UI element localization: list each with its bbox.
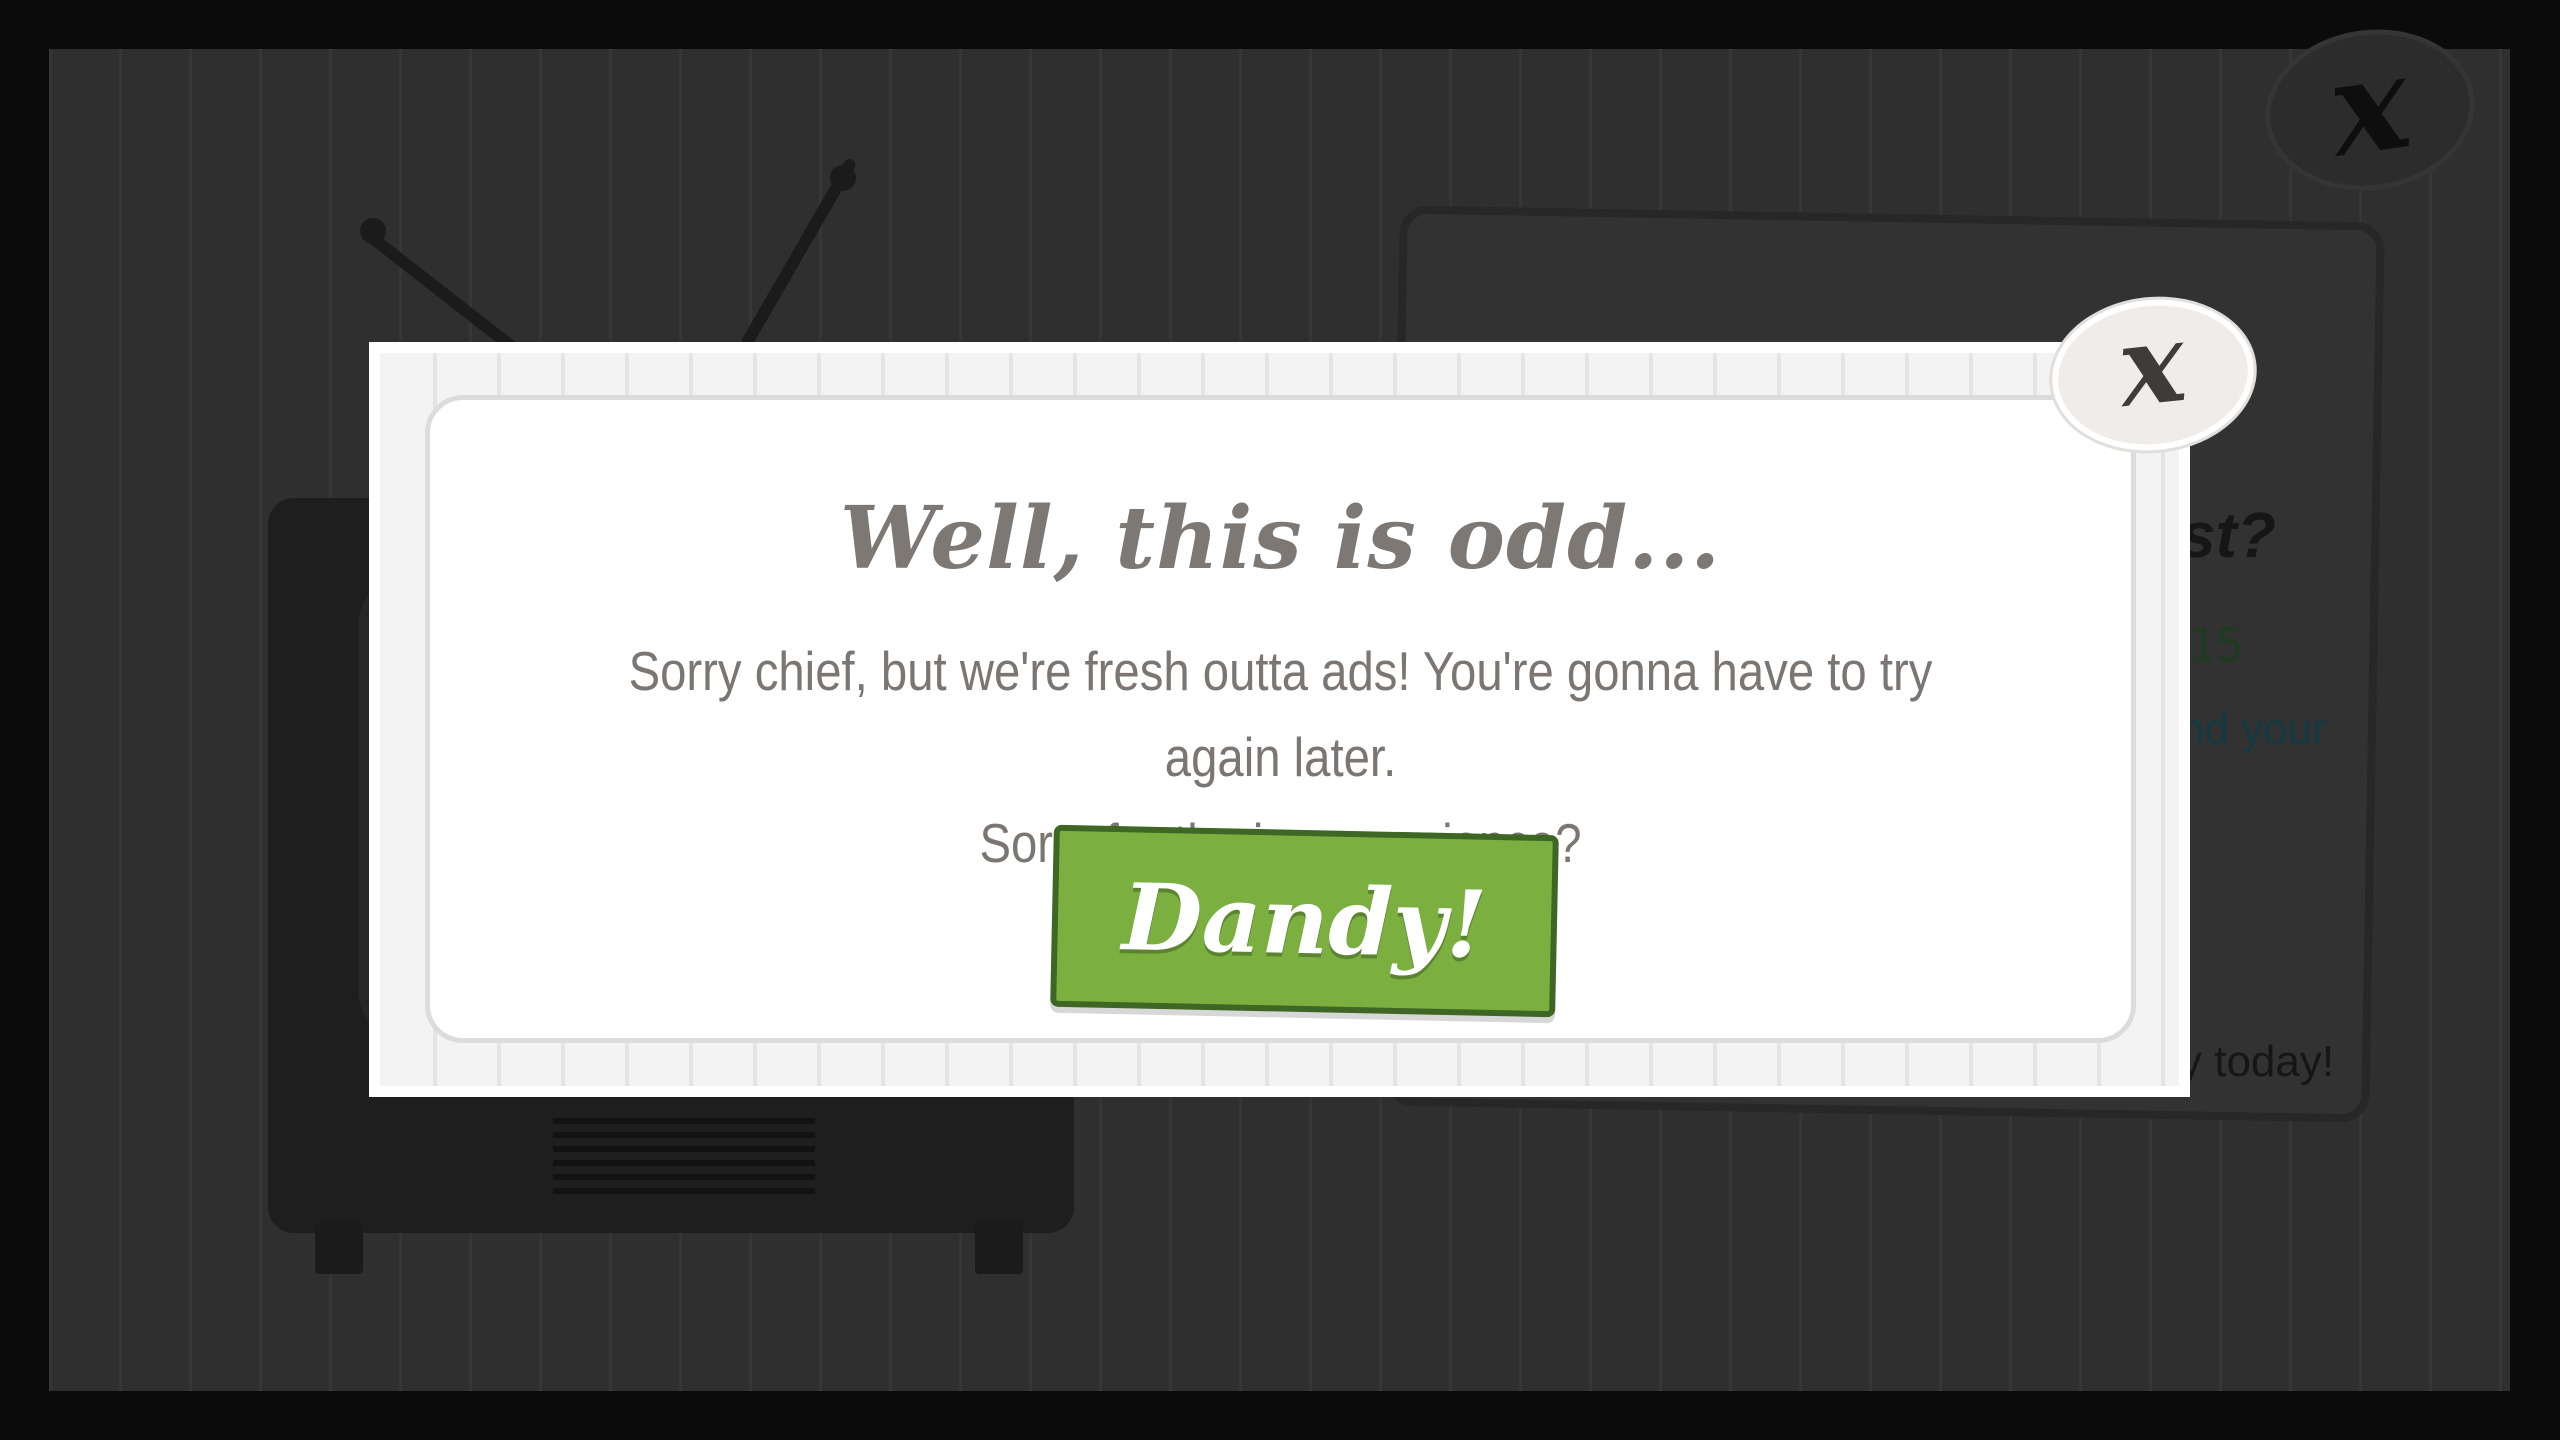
dialog-title: Well, this is odd...: [839, 488, 1722, 589]
tv-leg-left: [315, 1222, 363, 1274]
dialog-panel: Well, this is odd... Sorry chief, but we…: [425, 395, 2136, 1043]
background-card-question: st?: [2180, 499, 2276, 571]
close-icon: x: [2112, 296, 2192, 433]
background-card-link: nd your: [2180, 705, 2327, 754]
no-ads-dialog: Well, this is odd... Sorry chief, but we…: [369, 342, 2190, 1097]
background-card-footer: y today!: [2180, 1037, 2335, 1086]
background-card-number: 15: [2188, 618, 2244, 672]
tv-leg-right: [975, 1222, 1023, 1274]
tv-speaker-grille: [553, 1118, 815, 1196]
dialog-message-line-1: Sorry chief, but we're fresh outta ads! …: [628, 640, 1933, 788]
dandy-button[interactable]: Dandy!: [1050, 824, 1559, 1018]
close-icon: x: [2320, 24, 2419, 187]
dandy-button-label: Dandy!: [1121, 863, 1488, 979]
